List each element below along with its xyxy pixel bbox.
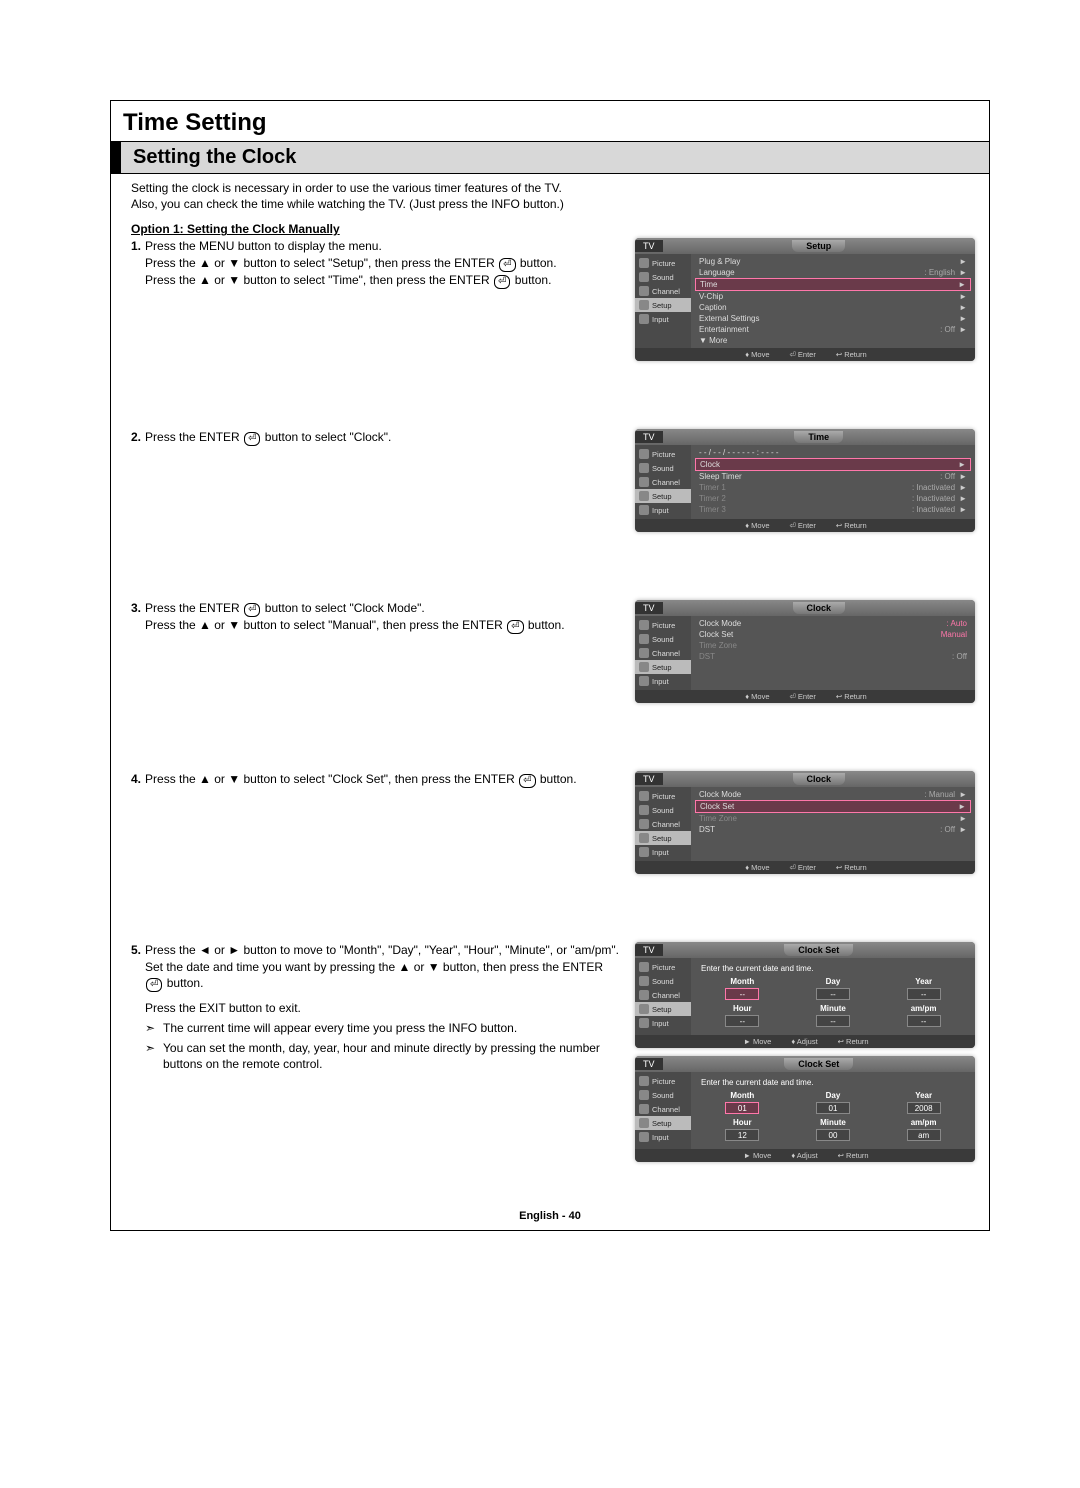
enter-icon: ⏎	[494, 275, 510, 289]
note-info: The current time will appear every time …	[145, 1020, 621, 1036]
enter-icon: ⏎	[507, 620, 523, 634]
section-title: Setting the Clock	[111, 141, 989, 173]
osd-clock-set-select: TVClock PictureSoundChannelSetupInput Cl…	[635, 771, 975, 874]
osd-clock-set-empty: TVClock Set PictureSoundChannelSetupInpu…	[635, 942, 975, 1048]
step-2-text: 2.Press the ENTER ⏎ button to select "Cl…	[145, 429, 635, 446]
step-3-text: 3.Press the ENTER ⏎ button to select "Cl…	[145, 600, 635, 634]
osd-clock-set-filled: TVClock Set PictureSoundChannelSetupInpu…	[635, 1056, 975, 1162]
step-1-text: 1.Press the MENU button to display the m…	[145, 238, 635, 288]
step-4-text: 4.Press the ▲ or ▼ button to select "Clo…	[145, 771, 635, 788]
enter-icon: ⏎	[244, 603, 260, 617]
intro-text: Setting the clock is necessary in order …	[111, 174, 989, 218]
enter-icon: ⏎	[499, 258, 515, 272]
step-5-text: 5.Press the ◄ or ► button to move to "Mo…	[145, 942, 635, 1072]
enter-icon: ⏎	[146, 978, 162, 992]
osd-clock-mode: TVClock PictureSoundChannelSetupInput Cl…	[635, 600, 975, 703]
osd-time: TVTime PictureSoundChannelSetupInput - -…	[635, 429, 975, 532]
page-number: English - 40	[111, 1210, 989, 1230]
page-title: Time Setting	[111, 101, 989, 141]
note-direct-entry: You can set the month, day, year, hour a…	[145, 1040, 621, 1072]
option-heading: Option 1: Setting the Clock Manually	[111, 218, 989, 238]
enter-icon: ⏎	[519, 774, 535, 788]
osd-setup: TVSetup PictureSoundChannelSetupInput Pl…	[635, 238, 975, 361]
enter-icon: ⏎	[244, 432, 260, 446]
